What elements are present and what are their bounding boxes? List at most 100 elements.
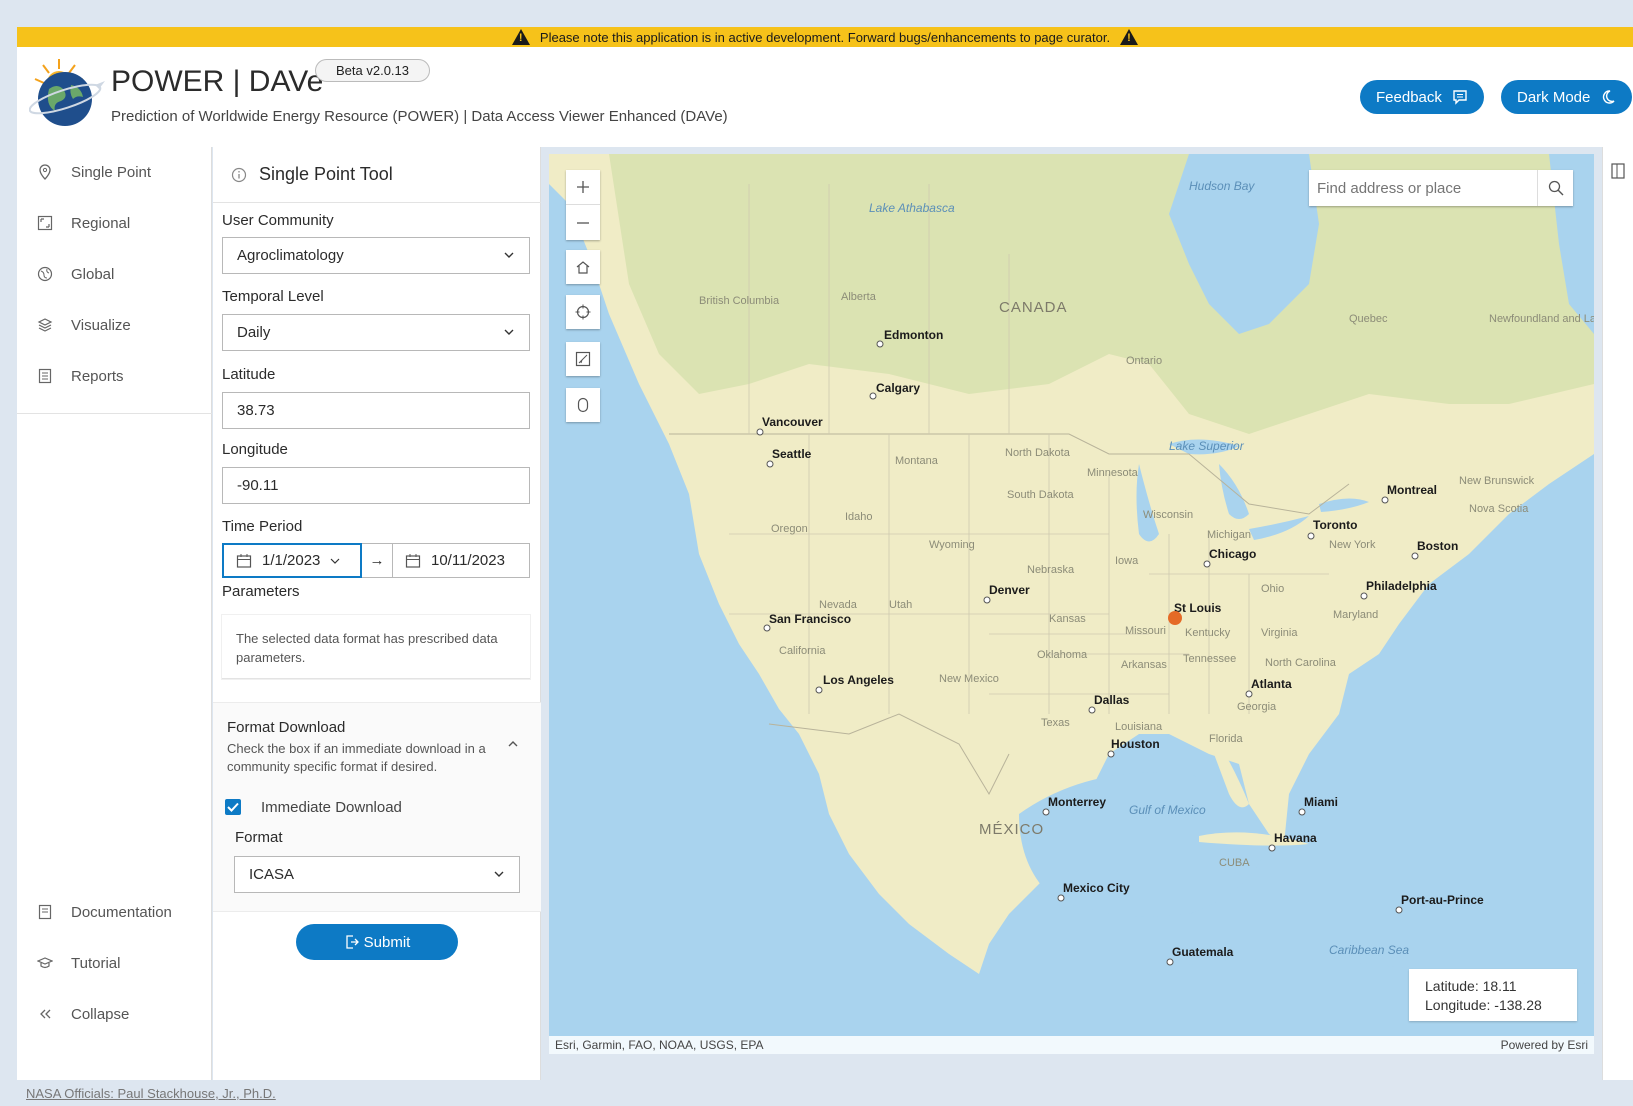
map-label-nebraska: Nebraska <box>1027 564 1075 576</box>
sidebar-item-visualize[interactable]: Visualize <box>17 300 212 350</box>
map-search-button[interactable] <box>1537 170 1573 206</box>
measure-button[interactable] <box>566 342 600 376</box>
nasa-officials-link[interactable]: NASA Officials: Paul Stackhouse, Jr., Ph… <box>26 1086 276 1101</box>
dev-notice-banner: Please note this application is in activ… <box>17 27 1633 47</box>
latitude-input[interactable]: 38.73 <box>222 392 530 429</box>
moon-icon <box>1603 90 1615 104</box>
sidebar-item-regional[interactable]: Regional <box>17 198 212 248</box>
format-label: Format <box>235 829 283 846</box>
graduation-cap-icon <box>37 955 53 971</box>
sidebar-divider <box>17 413 212 414</box>
export-icon <box>346 935 359 949</box>
warning-icon <box>511 29 530 45</box>
map-label-wisconsin: Wisconsin <box>1143 509 1193 521</box>
double-chevron-left-icon <box>37 1006 53 1022</box>
calendar-icon <box>405 553 421 568</box>
dark-mode-button[interactable]: Dark Mode <box>1501 80 1633 114</box>
map-label-lake-superior: Lake Superior <box>1169 439 1245 453</box>
immediate-download-checkbox[interactable] <box>225 799 241 815</box>
tool-header: Single Point Tool <box>213 147 541 203</box>
mouse-mode-button[interactable] <box>566 388 600 422</box>
city-chicago: Chicago <box>1209 547 1256 561</box>
map-search <box>1309 170 1573 206</box>
end-date-picker[interactable]: 10/11/2023 <box>392 543 530 578</box>
city-guatemala: Guatemala <box>1172 945 1234 959</box>
format-select[interactable]: ICASA <box>234 856 520 893</box>
mouse-icon <box>577 397 589 413</box>
map-label-florida: Florida <box>1209 733 1244 745</box>
zoom-in-button[interactable] <box>566 170 600 205</box>
sidebar-item-label: Documentation <box>71 903 172 921</box>
cursor-coordinates: Latitude: 18.11 Longitude: -138.28 <box>1409 969 1577 1021</box>
chevron-down-icon <box>330 558 340 564</box>
document-icon <box>37 904 53 920</box>
map-label-hudson-bay: Hudson Bay <box>1189 179 1255 193</box>
calendar-icon <box>236 553 252 568</box>
dark-mode-label: Dark Mode <box>1517 88 1591 106</box>
map-search-input[interactable] <box>1309 170 1537 206</box>
map-label-georgia: Georgia <box>1237 701 1277 713</box>
map-label-canada: CANADA <box>999 299 1068 316</box>
map-label-kansas: Kansas <box>1049 613 1086 625</box>
sidebar-item-global[interactable]: Global <box>17 249 212 299</box>
longitude-input[interactable]: -90.11 <box>222 467 530 504</box>
city-seattle: Seattle <box>772 447 812 461</box>
map-canvas[interactable]: Hudson Bay Lake Athabasca Lake Superior … <box>549 154 1594 1054</box>
map-label-oregon: Oregon <box>771 523 808 535</box>
city-port-au-prince: Port-au-Prince <box>1401 893 1484 907</box>
map-label-gulf-of-mexico: Gulf of Mexico <box>1129 803 1206 817</box>
selected-point-marker[interactable] <box>1168 611 1182 625</box>
temporal-level-select[interactable]: Daily <box>222 314 530 351</box>
comment-icon <box>1453 90 1467 105</box>
map-label-lake-athabasca: Lake Athabasca <box>869 201 955 215</box>
zoom-out-button[interactable] <box>566 205 600 240</box>
globe-icon <box>37 266 53 282</box>
crosshair-icon <box>575 304 591 320</box>
home-icon <box>576 261 590 274</box>
attribution-text[interactable]: Esri, Garmin, FAO, NOAA, USGS, EPA <box>555 1038 764 1052</box>
city-miami: Miami <box>1304 795 1338 809</box>
basemap[interactable]: Hudson Bay Lake Athabasca Lake Superior … <box>549 154 1594 1054</box>
cursor-latitude: Latitude: 18.11 <box>1425 978 1517 994</box>
sidebar-item-documentation[interactable]: Documentation <box>17 887 212 937</box>
city-atlanta: Atlanta <box>1251 677 1292 691</box>
sidebar-item-label: Regional <box>71 214 131 232</box>
city-boston: Boston <box>1417 539 1458 553</box>
start-date-picker[interactable]: 1/1/2023 <box>222 543 362 578</box>
latitude-value: 38.73 <box>237 402 275 419</box>
powered-by-esri[interactable]: Powered by Esri <box>1501 1038 1588 1052</box>
map-label-missouri: Missouri <box>1125 625 1166 637</box>
sidebar-item-tutorial[interactable]: Tutorial <box>17 938 212 988</box>
map-label-ohio: Ohio <box>1261 583 1284 595</box>
home-button[interactable] <box>566 250 600 284</box>
sidebar-item-single-point[interactable]: Single Point <box>17 147 212 197</box>
submit-button[interactable]: Submit <box>296 924 458 960</box>
info-icon[interactable] <box>231 167 247 183</box>
sidebar-item-reports[interactable]: Reports <box>17 351 212 401</box>
feedback-button[interactable]: Feedback <box>1360 80 1484 114</box>
plus-icon <box>577 181 589 193</box>
cursor-longitude: Longitude: -138.28 <box>1425 997 1542 1013</box>
city-philadelphia: Philadelphia <box>1366 579 1437 593</box>
start-date-value: 1/1/2023 <box>262 552 321 569</box>
date-range-arrow-icon: → <box>362 543 392 578</box>
map-label-new-brunswick: New Brunswick <box>1459 475 1535 487</box>
parameters-note: The selected data format has prescribed … <box>222 615 530 679</box>
map-label-caribbean-sea: Caribbean Sea <box>1329 943 1409 957</box>
locate-button[interactable] <box>566 295 600 329</box>
map-panel: Hudson Bay Lake Athabasca Lake Superior … <box>549 154 1594 1054</box>
map-label-tennessee: Tennessee <box>1183 653 1236 665</box>
user-community-select[interactable]: Agroclimatology <box>222 237 530 274</box>
time-period-label: Time Period <box>222 518 303 535</box>
sidebar-item-label: Visualize <box>71 316 131 334</box>
panel-toggle-icon[interactable] <box>1611 163 1625 179</box>
map-label-nevada: Nevada <box>819 599 858 611</box>
map-label-british-columbia: British Columbia <box>699 295 780 307</box>
app-subtitle: Prediction of Worldwide Energy Resource … <box>111 108 728 125</box>
chevron-up-icon[interactable] <box>507 739 519 749</box>
end-date-value: 10/11/2023 <box>431 552 505 569</box>
sidebar-collapse-button[interactable]: Collapse <box>17 989 212 1039</box>
city-monterrey: Monterrey <box>1048 795 1106 809</box>
map-label-north-carolina: North Carolina <box>1265 657 1337 669</box>
app-header: POWER | DAVe Beta v2.0.13 Prediction of … <box>17 47 1633 147</box>
